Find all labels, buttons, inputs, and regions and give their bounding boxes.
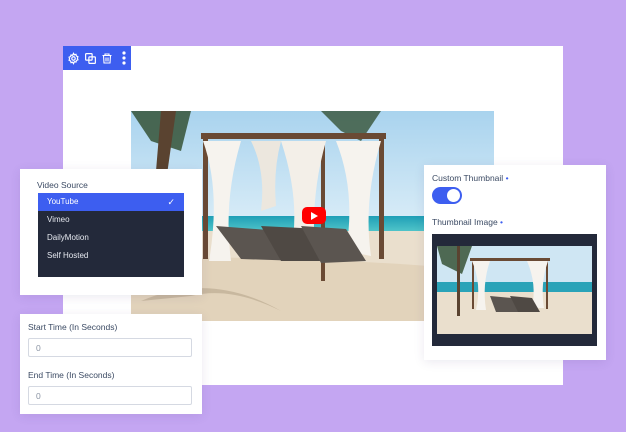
time-panel: Start Time (In Seconds) 0 End Time (In S…: [20, 314, 202, 414]
thumbnail-image-text: Thumbnail Image: [432, 217, 498, 227]
thumbnail-panel: Custom Thumbnail • Thumbnail Image •: [424, 165, 606, 360]
video-source-panel: Video Source YouTube ✓ Vimeo DailyMotion…: [20, 169, 202, 295]
custom-thumbnail-label: Custom Thumbnail •: [432, 173, 509, 183]
custom-thumbnail-toggle[interactable]: [432, 187, 462, 204]
more-vertical-icon[interactable]: [117, 49, 131, 67]
widget-toolbar: [63, 46, 131, 70]
required-marker: •: [505, 173, 509, 183]
option-label: Self Hosted: [47, 251, 89, 260]
thumbnail-image-label: Thumbnail Image •: [432, 217, 503, 227]
option-label: YouTube: [47, 197, 79, 206]
start-time-input[interactable]: 0: [28, 338, 192, 357]
video-source-label: Video Source: [37, 180, 88, 190]
required-marker: •: [500, 217, 504, 227]
option-vimeo[interactable]: Vimeo: [38, 211, 184, 229]
end-time-input[interactable]: 0: [28, 386, 192, 405]
video-source-dropdown[interactable]: YouTube ✓ Vimeo DailyMotion Self Hosted: [38, 193, 184, 277]
end-time-label: End Time (In Seconds): [28, 370, 115, 380]
start-time-label: Start Time (In Seconds): [28, 322, 118, 332]
option-youtube[interactable]: YouTube ✓: [38, 193, 184, 211]
thumbnail-image[interactable]: [432, 234, 597, 346]
option-dailymotion[interactable]: DailyMotion: [38, 229, 184, 247]
option-label: DailyMotion: [47, 233, 89, 242]
option-label: Vimeo: [47, 215, 70, 224]
custom-thumbnail-text: Custom Thumbnail: [432, 173, 504, 183]
check-icon: ✓: [167, 197, 175, 207]
trash-icon[interactable]: [101, 49, 115, 67]
option-self-hosted[interactable]: Self Hosted: [38, 247, 184, 265]
duplicate-icon[interactable]: [84, 49, 98, 67]
toggle-knob: [447, 189, 460, 202]
youtube-play-icon[interactable]: [302, 207, 326, 224]
gear-icon[interactable]: [67, 49, 81, 67]
